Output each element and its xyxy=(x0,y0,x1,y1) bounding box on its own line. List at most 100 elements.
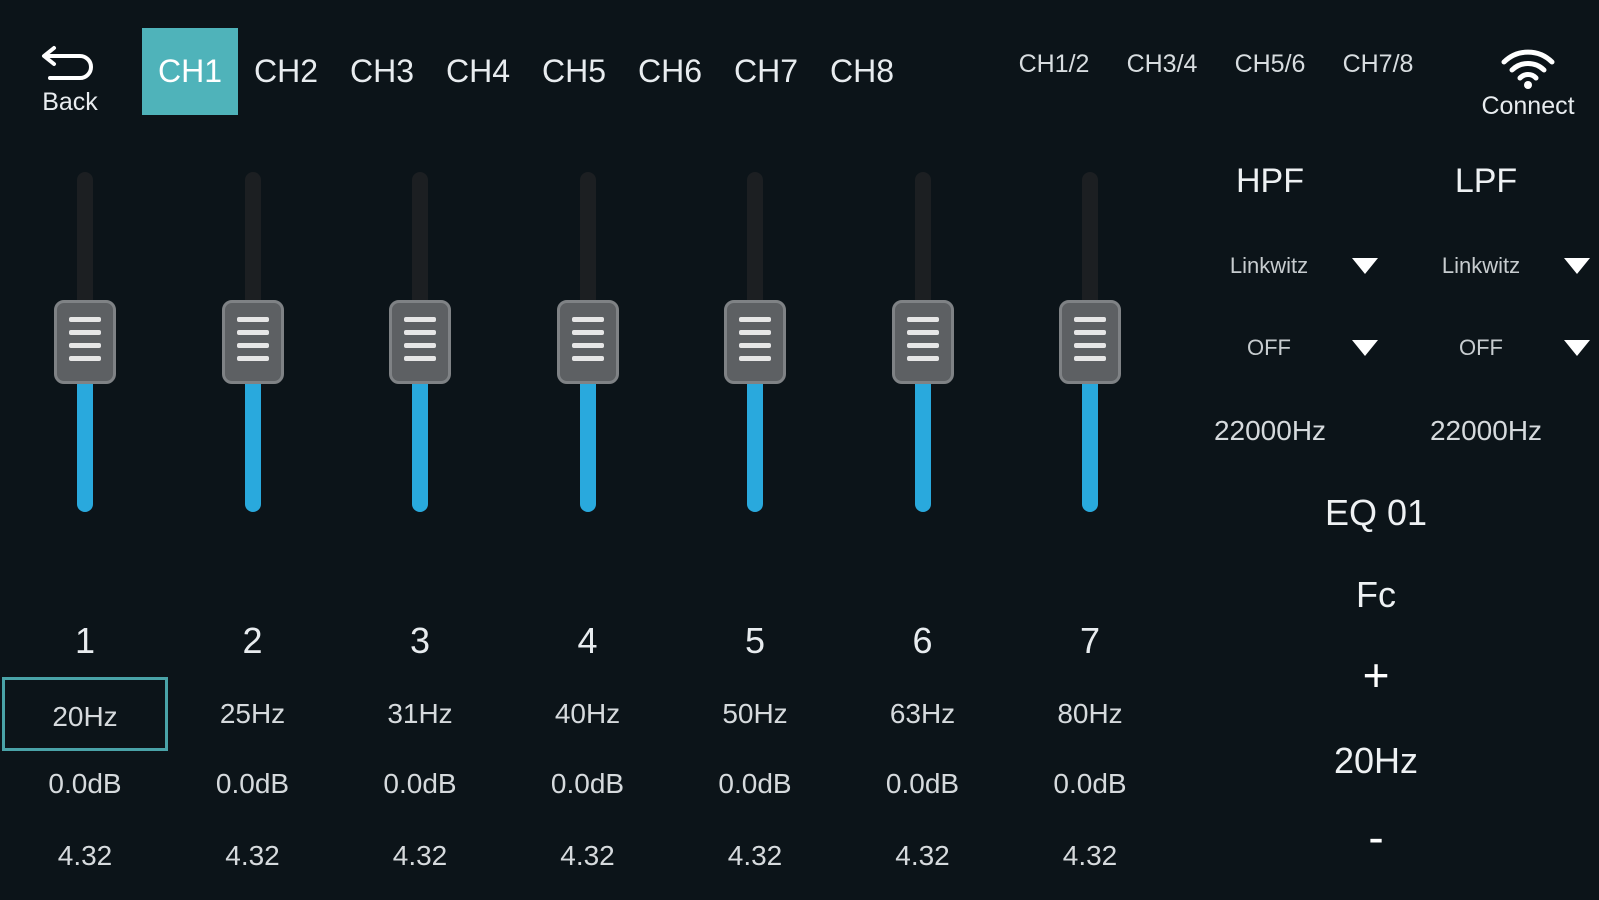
chevron-down-icon xyxy=(1564,340,1590,356)
band-4-gain[interactable]: 0.0dB xyxy=(505,768,671,800)
slider-knob[interactable] xyxy=(891,300,954,384)
connect-button[interactable]: Connect xyxy=(1468,46,1588,121)
eq-screen: Back CH1 CH2 CH3 CH4 CH5 CH6 CH7 CH8 CH1… xyxy=(0,0,1599,900)
grip-line xyxy=(739,343,771,348)
tab-ch7[interactable]: CH7 xyxy=(718,28,814,115)
tab-ch5[interactable]: CH5 xyxy=(526,28,622,115)
band-2-slider[interactable] xyxy=(218,172,288,512)
slider-knob[interactable] xyxy=(1059,300,1121,384)
channel-tabs: CH1 CH2 CH3 CH4 CH5 CH6 CH7 CH8 xyxy=(142,28,910,115)
link-ch7-8[interactable]: CH7/8 xyxy=(1324,50,1432,79)
link-ch1-2[interactable]: CH1/2 xyxy=(1000,50,1108,79)
lpf-type-dropdown[interactable]: Linkwitz xyxy=(1406,246,1599,286)
band-6-frequency[interactable]: 63Hz xyxy=(840,677,1006,751)
band-6-number: 6 xyxy=(912,620,933,661)
tab-ch3[interactable]: CH3 xyxy=(334,28,430,115)
band-4-slider[interactable] xyxy=(553,172,623,512)
hpf-slope-value: OFF xyxy=(1247,335,1291,360)
band-1-gain[interactable]: 0.0dB xyxy=(2,768,168,800)
channel-link-tabs: CH1/2 CH3/4 CH5/6 CH7/8 xyxy=(1000,50,1432,79)
grip-line xyxy=(404,356,436,361)
band-6-q[interactable]: 4.32 xyxy=(840,840,1006,872)
grip-line xyxy=(69,343,101,348)
hpf-type-value: Linkwitz xyxy=(1229,253,1309,278)
band-4-frequency[interactable]: 40Hz xyxy=(505,677,671,751)
slider-knob[interactable] xyxy=(724,300,786,384)
slider-knob[interactable] xyxy=(389,300,451,384)
band-1-frequency[interactable]: 20Hz xyxy=(2,677,168,751)
band-5-q[interactable]: 4.32 xyxy=(672,840,838,872)
band-7-slider[interactable] xyxy=(1055,172,1125,512)
band-3-slider[interactable] xyxy=(385,172,455,512)
wifi-icon xyxy=(1501,49,1555,89)
band-7-frequency[interactable]: 80Hz xyxy=(1007,677,1173,751)
band-1-slider[interactable] xyxy=(50,172,120,512)
grip-line xyxy=(906,330,939,335)
slider-knob[interactable] xyxy=(221,300,284,384)
band-4-q[interactable]: 4.32 xyxy=(505,840,671,872)
grip-line xyxy=(1074,330,1106,335)
hpf-type-dropdown[interactable]: Linkwitz xyxy=(1194,246,1394,286)
hpf-title: HPF xyxy=(1236,162,1304,200)
tab-ch6[interactable]: CH6 xyxy=(622,28,718,115)
grip-line xyxy=(236,330,269,335)
lpf-frequency[interactable]: 22000Hz xyxy=(1406,415,1566,447)
back-arrow-icon xyxy=(42,46,93,80)
tab-ch2[interactable]: CH2 xyxy=(238,28,334,115)
lpf-slope-dropdown[interactable]: OFF xyxy=(1406,328,1599,368)
grip-line xyxy=(236,356,269,361)
link-ch3-4[interactable]: CH3/4 xyxy=(1108,50,1216,79)
band-1-q[interactable]: 4.32 xyxy=(2,840,168,872)
hpf-frequency[interactable]: 22000Hz xyxy=(1190,415,1350,447)
grip-line xyxy=(1074,317,1106,322)
band-2-number: 2 xyxy=(242,620,263,661)
slider-knob[interactable] xyxy=(54,300,116,384)
grip-line xyxy=(1074,343,1106,348)
grip-line xyxy=(404,343,436,348)
band-5-frequency[interactable]: 50Hz xyxy=(672,677,838,751)
band-2-q[interactable]: 4.32 xyxy=(170,840,336,872)
tab-ch1[interactable]: CH1 xyxy=(142,28,238,115)
band-6-slider[interactable] xyxy=(888,172,958,512)
lpf-slope-value: OFF xyxy=(1459,335,1503,360)
grip-line xyxy=(69,330,101,335)
back-label: Back xyxy=(42,88,98,116)
grip-line xyxy=(69,317,101,322)
grip-line xyxy=(571,356,604,361)
chevron-down-icon xyxy=(1564,258,1590,274)
grip-line xyxy=(1074,356,1106,361)
lpf-type-value: Linkwitz xyxy=(1441,253,1521,278)
band-1-number: 1 xyxy=(74,620,96,661)
grip-line xyxy=(236,343,269,348)
grip-line xyxy=(739,356,771,361)
band-7-gain[interactable]: 0.0dB xyxy=(1007,768,1173,800)
hpf-slope-dropdown[interactable]: OFF xyxy=(1194,328,1394,368)
grip-line xyxy=(739,317,771,322)
increase-frequency-button[interactable]: + xyxy=(1336,648,1416,702)
band-6-gain[interactable]: 0.0dB xyxy=(840,768,1006,800)
grip-line xyxy=(571,330,604,335)
lpf-title: LPF xyxy=(1454,162,1518,200)
back-button[interactable]: Back xyxy=(30,42,110,132)
grip-line xyxy=(404,317,436,322)
band-7-q[interactable]: 4.32 xyxy=(1007,840,1173,872)
band-5-gain[interactable]: 0.0dB xyxy=(672,768,838,800)
grip-line xyxy=(69,356,101,361)
grip-line xyxy=(906,317,939,322)
grip-line xyxy=(739,330,771,335)
band-3-gain[interactable]: 0.0dB xyxy=(337,768,503,800)
band-7-number: 7 xyxy=(1079,620,1101,661)
band-3-number: 3 xyxy=(409,620,431,661)
band-5-slider[interactable] xyxy=(720,172,790,512)
decrease-frequency-button[interactable]: - xyxy=(1336,810,1416,864)
tab-ch8[interactable]: CH8 xyxy=(814,28,910,115)
eq-preset[interactable]: EQ 01 xyxy=(1296,492,1456,534)
link-ch5-6[interactable]: CH5/6 xyxy=(1216,50,1324,79)
band-3-q[interactable]: 4.32 xyxy=(337,840,503,872)
band-2-frequency[interactable]: 25Hz xyxy=(170,677,336,751)
slider-knob[interactable] xyxy=(556,300,619,384)
band-2-gain[interactable]: 0.0dB xyxy=(170,768,336,800)
band-3-frequency[interactable]: 31Hz xyxy=(337,677,503,751)
tab-ch4[interactable]: CH4 xyxy=(430,28,526,115)
grip-line xyxy=(906,343,939,348)
